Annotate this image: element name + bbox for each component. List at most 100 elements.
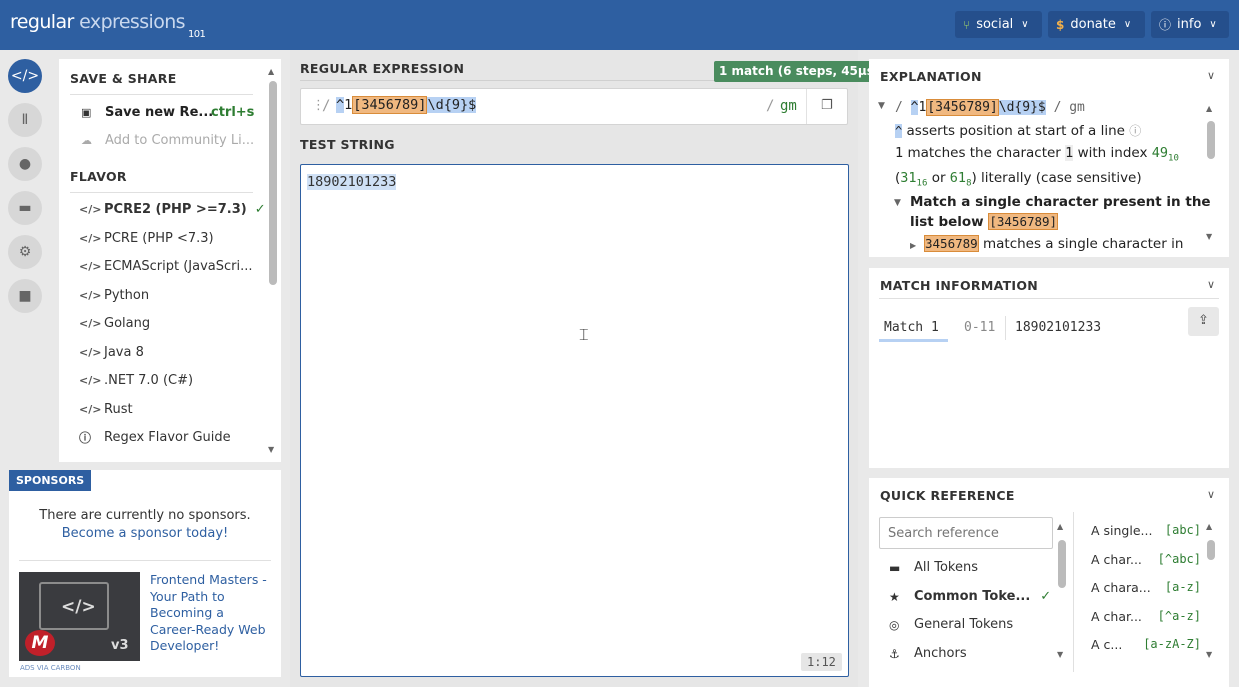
test-string-input[interactable]: 18902101233 ⌶ 1:12: [300, 164, 849, 677]
nav-chat-icon[interactable]: ■: [8, 279, 42, 313]
flavor-label: Golang: [104, 316, 151, 331]
flavor-item-dotnet[interactable]: </> .NET 7.0 (C#): [79, 373, 193, 388]
expand-triangle-icon[interactable]: ▶: [910, 241, 916, 250]
token-code: [a-z]: [1164, 580, 1201, 594]
literal-rest-text: literally (case sensitive): [981, 170, 1142, 186]
regex-flags[interactable]: gm: [780, 98, 797, 114]
match-info-panel: MATCH INFORMATION ∨ Match 1 0-11 1890210…: [869, 268, 1229, 468]
flavor-guide-link[interactable]: ⓘ Regex Flavor Guide: [79, 429, 231, 446]
target-icon: ◎: [889, 617, 900, 632]
flavor-item-golang[interactable]: </> Golang: [79, 316, 150, 331]
no-sponsors-text: There are currently no sponsors.: [39, 508, 251, 523]
qr-token-row[interactable]: A single... [abc]: [1091, 523, 1201, 538]
info-label: info: [1177, 17, 1202, 32]
token-char-class: [3456789]: [988, 213, 1059, 230]
nav-account-icon[interactable]: ●: [8, 147, 42, 181]
save-new-regex-button[interactable]: ▣ Save new Re... ctrl+s: [81, 105, 254, 120]
star-icon: ★: [889, 589, 900, 604]
save-icon: ▣: [81, 106, 92, 119]
app-logo[interactable]: regular expressions101: [10, 11, 206, 40]
donate-button[interactable]: $ donate ∨: [1048, 11, 1145, 38]
char-class-token: 3456789: [924, 235, 979, 252]
collapse-triangle-icon[interactable]: ▼: [878, 101, 885, 111]
flavor-item-pcre[interactable]: </> PCRE (PHP <7.3): [79, 231, 214, 246]
qr-token-row[interactable]: A chara... [a-z]: [1091, 580, 1201, 595]
scroll-down-icon[interactable]: ▼: [1206, 232, 1212, 241]
nav-quiz-icon[interactable]: ▬: [8, 191, 42, 225]
qr-category-general-tokens[interactable]: ◎ General Tokens: [889, 617, 1013, 632]
nav-settings-icon[interactable]: ⚙: [8, 235, 42, 269]
token-digits: \d{9}: [427, 97, 469, 113]
layers-icon: ▬: [889, 560, 901, 575]
code-glyph-icon: </>: [61, 597, 96, 617]
copy-icon[interactable]: ❐: [821, 98, 833, 113]
tokens-scrollbar[interactable]: [1207, 540, 1215, 560]
code-icon: </>: [79, 403, 102, 416]
ad-link[interactable]: Frontend Masters - Your Path to Becoming…: [150, 572, 270, 655]
categories-scrollbar[interactable]: [1058, 540, 1066, 588]
check-icon: ✓: [254, 202, 266, 217]
add-to-community-button[interactable]: ☁ Add to Community Li...: [81, 133, 254, 148]
chevron-down-icon[interactable]: ∨: [1207, 278, 1215, 291]
info-button[interactable]: ⓘ info ∨: [1151, 11, 1229, 38]
ads-via-carbon[interactable]: ADS VIA CARBON: [20, 664, 81, 672]
qr-token-row[interactable]: A c... [a-zA-Z]: [1091, 637, 1201, 652]
sidebar-scrollbar[interactable]: [269, 81, 277, 285]
chevron-down-icon: ∨: [1209, 19, 1217, 30]
scroll-down-icon[interactable]: ▼: [268, 445, 274, 454]
flavor-item-java[interactable]: </> Java 8: [79, 345, 144, 360]
scroll-up-icon[interactable]: ▲: [1206, 522, 1212, 531]
code-icon: </>: [79, 260, 102, 273]
scroll-up-icon[interactable]: ▲: [268, 67, 274, 76]
token-desc: A char...: [1091, 552, 1142, 567]
search-reference-input[interactable]: [879, 517, 1053, 549]
chevron-down-icon: ∨: [1021, 19, 1029, 30]
test-string-title: TEST STRING: [300, 137, 395, 152]
help-icon[interactable]: ⓘ: [1129, 124, 1141, 138]
category-label: General Tokens: [914, 617, 1014, 632]
scroll-up-icon[interactable]: ▲: [1057, 522, 1063, 531]
become-sponsor-link[interactable]: Become a sponsor today!: [9, 526, 281, 541]
qr-token-row[interactable]: A char... [^a-z]: [1091, 609, 1201, 624]
flavor-item-ecmascript[interactable]: </> ECMAScript (JavaScri...: [79, 259, 253, 274]
regex-pattern[interactable]: ^1[3456789]\d{9}$: [336, 96, 477, 114]
collapse-triangle-icon[interactable]: ▼: [894, 198, 901, 208]
token-anchor-start: ^: [336, 97, 345, 113]
token-desc: A chara...: [1091, 580, 1151, 595]
explanation-literal-cont: (3116 or 618) literally (case sensitive): [895, 170, 1142, 189]
qr-category-common-tokens[interactable]: ★ Common Toke... ✓: [889, 589, 1051, 604]
chevron-down-icon[interactable]: ∨: [1207, 488, 1215, 501]
quick-ref-title: QUICK REFERENCE: [880, 488, 1015, 503]
info-icon: ⓘ: [1159, 18, 1172, 32]
scroll-down-icon[interactable]: ▼: [1206, 650, 1212, 659]
ad-image[interactable]: </> M v3: [19, 572, 140, 661]
regex-input[interactable]: ⋮ / ^1[3456789]\d{9}$ / gm ❐: [300, 88, 848, 125]
token-desc: A char...: [1091, 609, 1142, 624]
oct-value: 61: [949, 170, 967, 186]
nav-regex-editor-icon[interactable]: </>: [8, 59, 42, 93]
explanation-scrollbar[interactable]: [1207, 121, 1215, 159]
sponsors-tag: SPONSORS: [9, 470, 92, 491]
flavor-label: ECMAScript (JavaScri...: [104, 259, 253, 274]
flavor-item-python[interactable]: </> Python: [79, 288, 149, 303]
logo-part1: regular: [10, 11, 74, 33]
flavor-item-rust[interactable]: </> Rust: [79, 402, 133, 417]
chevron-down-icon[interactable]: ∨: [1207, 69, 1215, 82]
scroll-down-icon[interactable]: ▼: [1057, 650, 1063, 659]
match-range: 0-11: [964, 320, 996, 335]
explanation-literal: 1 matches the character 1 with index 491…: [895, 145, 1179, 164]
social-button[interactable]: ⑂ social ∨: [955, 11, 1042, 38]
token-code: [abc]: [1164, 523, 1201, 537]
scroll-up-icon[interactable]: ▲: [1206, 104, 1212, 113]
match-value: 18902101233: [1015, 320, 1102, 335]
token-digits: \d{9}: [998, 100, 1038, 115]
cloud-upload-icon: ☁: [81, 134, 92, 147]
export-icon[interactable]: ⇪: [1188, 307, 1219, 336]
qr-category-all-tokens[interactable]: ▬ All Tokens: [889, 560, 978, 575]
flavor-item-pcre2[interactable]: </> PCRE2 (PHP >=7.3) ✓: [79, 202, 266, 217]
qr-category-anchors[interactable]: ⚓ Anchors: [889, 646, 967, 661]
qr-token-row[interactable]: A char... [^abc]: [1091, 552, 1201, 567]
oct-base: 8: [966, 178, 972, 189]
nav-library-icon[interactable]: Ⅱ: [8, 103, 42, 137]
category-label: Anchors: [914, 646, 967, 661]
